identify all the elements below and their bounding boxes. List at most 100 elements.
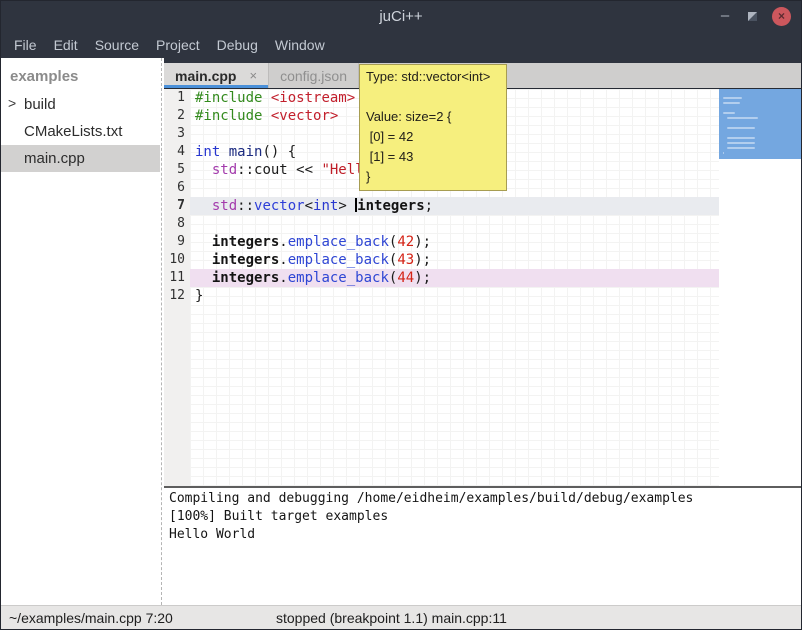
file-tree-sidebar: examples > build CMakeLists.txtmain.cpp (1, 58, 160, 605)
tooltip-line: } (366, 167, 500, 187)
code-token-id: integers (357, 198, 424, 214)
menu-item-source[interactable]: Source (95, 37, 139, 53)
code-token-num: 43 (397, 252, 414, 268)
code-text: . (279, 270, 287, 286)
menu-item-file[interactable]: File (14, 37, 37, 53)
terminal-line: Hello World (169, 526, 796, 544)
status-debug-state: stopped (breakpoint 1.1) main.cpp:11 (276, 610, 507, 626)
tooltip-line: [0] = 42 (366, 127, 500, 147)
code-text: ); (414, 270, 431, 286)
code-text: ); (414, 234, 431, 250)
app-window: juCi++ – × File Edit Source Project Debug Win… (0, 0, 802, 630)
code-text: } (195, 288, 203, 304)
code-token-fn: main (229, 144, 263, 160)
tab-label: main.cpp (175, 68, 236, 84)
sidebar-item-build[interactable]: > build (1, 91, 160, 118)
line-number: 12 (164, 287, 190, 305)
code-token-ty: vector (254, 198, 305, 214)
code-text: . (279, 234, 287, 250)
line-number: 8 (164, 215, 190, 233)
code-line[interactable] (190, 215, 719, 233)
minimap-code-line (727, 142, 755, 144)
code-token-ns: std (212, 198, 237, 214)
code-token-id: integers (212, 252, 279, 268)
close-icon[interactable]: × (772, 7, 791, 26)
code-text (220, 144, 228, 160)
line-number: 1 (164, 89, 190, 107)
menu-item-edit[interactable]: Edit (54, 37, 78, 53)
code-token-mb: emplace_back (288, 270, 389, 286)
editor-panel: main.cpp×config.json 123456789101112 #in… (164, 58, 801, 605)
minimize-icon[interactable]: – (717, 11, 733, 21)
minimap-slider[interactable] (719, 89, 801, 159)
code-text: > (338, 198, 355, 214)
window-title: juCi++ (1, 8, 801, 25)
line-number-gutter: 123456789101112 (164, 89, 190, 486)
line-number: 3 (164, 125, 190, 143)
menu-item-debug[interactable]: Debug (217, 37, 258, 53)
code-text: () { (262, 144, 296, 160)
line-number: 11 (164, 269, 190, 287)
code-line[interactable]: integers.emplace_back(42); (190, 233, 719, 251)
code-text (195, 162, 212, 178)
minimap-blank-line (719, 104, 801, 109)
sidebar-item-main-cpp[interactable]: main.cpp (1, 145, 160, 172)
code-token-ns: std (212, 162, 237, 178)
line-number: 6 (164, 179, 190, 197)
code-token-mb: emplace_back (288, 234, 389, 250)
code-text (262, 108, 270, 124)
line-number: 4 (164, 143, 190, 161)
code-text (195, 234, 212, 250)
tab-main-cpp[interactable]: main.cpp × (164, 63, 269, 88)
restore-icon[interactable] (748, 12, 757, 21)
code-token-mb: emplace_back (288, 252, 389, 268)
main-content: examples >buildCMakeLists.txtmain.cpp ma… (1, 58, 801, 605)
menu-item-project[interactable]: Project (156, 37, 200, 53)
terminal-output[interactable]: Compiling and debugging /home/eidheim/ex… (164, 488, 801, 605)
code-text: :: (237, 198, 254, 214)
sidebar-item-label: build (24, 96, 56, 113)
window-controls: – × (717, 1, 791, 31)
code-text: < (305, 198, 313, 214)
code-token-id: integers (212, 234, 279, 250)
line-number: 7 (164, 197, 190, 215)
terminal-line: [100%] Built target examples (169, 508, 796, 526)
tooltip-line (366, 87, 500, 107)
titlebar: juCi++ – × (1, 1, 801, 31)
code-line[interactable]: std::vector<int> integers; (190, 197, 719, 215)
minimap-blank-line (719, 129, 801, 134)
status-bar: ~/examples/main.cpp 7:20 stopped (breakp… (1, 605, 801, 629)
code-text (195, 198, 212, 214)
line-number: 9 (164, 233, 190, 251)
minimap[interactable] (719, 89, 801, 486)
debug-value-tooltip: Type: std::vector<int> Value: size=2 { [… (359, 64, 507, 191)
code-text: . (279, 252, 287, 268)
minimap-code-line (727, 147, 755, 149)
code-line[interactable]: integers.emplace_back(44); (190, 269, 719, 287)
code-line[interactable]: } (190, 287, 719, 305)
code-text (195, 252, 212, 268)
project-name: examples (1, 58, 160, 91)
code-token-id: integers (212, 270, 279, 286)
code-line[interactable]: integers.emplace_back(43); (190, 251, 719, 269)
tooltip-line: [1] = 43 (366, 147, 500, 167)
close-icon[interactable]: × (249, 68, 257, 83)
minimap-code-line (723, 97, 742, 99)
code-text: ); (414, 252, 431, 268)
minimap-code-line (723, 152, 724, 154)
line-number: 5 (164, 161, 190, 179)
code-token-inc: <vector> (271, 108, 338, 124)
code-token-kw: int (313, 198, 338, 214)
tab-label: config.json (280, 68, 347, 84)
code-text: ::cout << (237, 162, 321, 178)
line-number: 2 (164, 107, 190, 125)
code-token-kw: int (195, 144, 220, 160)
tooltip-line: Value: size=2 { (366, 107, 500, 127)
chevron-right-icon[interactable]: > (8, 95, 16, 111)
menu-item-window[interactable]: Window (275, 37, 325, 53)
minimap-code-line (723, 112, 735, 114)
sidebar-item-cmakelists-txt[interactable]: CMakeLists.txt (1, 118, 160, 145)
code-token-inc: <iostream> (271, 90, 355, 106)
status-file-position: ~/examples/main.cpp 7:20 (9, 610, 173, 626)
tab-config-json[interactable]: config.json (269, 63, 359, 88)
